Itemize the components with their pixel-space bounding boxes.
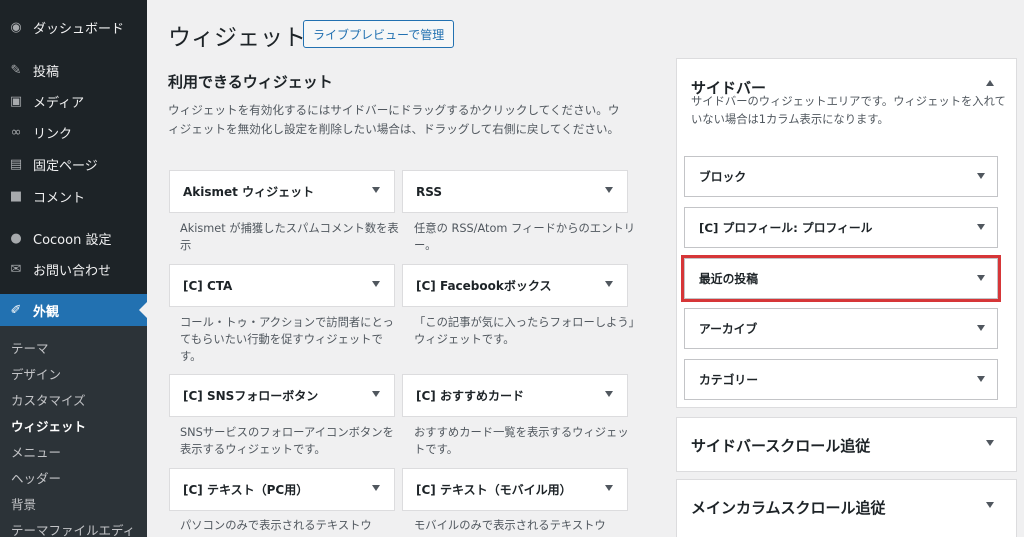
widget-desc: 「この記事が気に入ったらフォローしよう」ウィジェットです。 bbox=[414, 316, 635, 346]
caret-down-icon[interactable] bbox=[977, 376, 985, 382]
appearance-submenu: テーマ デザイン カスタマイズ ウィジェット メニュー ヘッダー 背景 テーマフ… bbox=[0, 326, 147, 537]
widget-cta[interactable]: [C] CTA bbox=[169, 264, 395, 307]
widget-title: [C] プロフィール: プロフィール bbox=[699, 221, 873, 235]
scroll-follow-area[interactable]: サイドバースクロール追従 bbox=[676, 417, 1017, 472]
caret-down-icon[interactable] bbox=[977, 325, 985, 331]
brush-icon: ✐ bbox=[10, 302, 22, 318]
menu-label: メディア bbox=[33, 95, 85, 111]
widget-text-pc[interactable]: [C] テキスト（PC用） bbox=[169, 468, 395, 511]
menu-item-links[interactable]: ∞ リンク bbox=[0, 116, 147, 148]
active-indicator bbox=[139, 302, 147, 318]
widget-desc: モバイルのみで表示されるテキストウ bbox=[414, 519, 606, 532]
caret-down-icon[interactable] bbox=[372, 485, 380, 491]
menu-item-cocoon[interactable]: ● Cocoon 設定 bbox=[0, 222, 147, 254]
widget-desc: SNSサービスのフォローアイコンボタンを表示するウィジェットです。 bbox=[180, 426, 394, 456]
widget-desc: 任意の RSS/Atom フィードからのエントリー。 bbox=[414, 222, 635, 252]
widget-desc: おすすめカード一覧を表示するウィジェットです。 bbox=[414, 426, 629, 456]
main-scroll-follow-area[interactable]: メインカラムスクロール追従 bbox=[676, 479, 1017, 537]
widget-title: アーカイブ bbox=[699, 322, 758, 336]
caret-down-icon[interactable] bbox=[986, 440, 994, 446]
scroll-follow-title[interactable]: サイドバースクロール追従 bbox=[691, 435, 870, 456]
widget-title: [C] SNSフォローボタン bbox=[183, 389, 319, 403]
caret-down-icon[interactable] bbox=[605, 187, 613, 193]
caret-down-icon[interactable] bbox=[372, 281, 380, 287]
caret-down-icon[interactable] bbox=[977, 275, 985, 281]
menu-label: 固定ページ bbox=[33, 158, 98, 174]
dashboard-icon: ◉ bbox=[10, 19, 22, 35]
widget-title: ブロック bbox=[699, 170, 747, 184]
link-icon: ∞ bbox=[10, 124, 22, 140]
widget-title: RSS bbox=[416, 184, 442, 199]
widget-text-mobile[interactable]: [C] テキスト（モバイル用） bbox=[402, 468, 628, 511]
menu-label: Cocoon 設定 bbox=[33, 232, 112, 248]
menu-label: 外観 bbox=[33, 304, 60, 320]
live-preview-button[interactable]: ライブプレビューで管理 bbox=[303, 20, 455, 48]
widget-akismet[interactable]: Akismet ウィジェット bbox=[169, 170, 395, 213]
widget-title: [C] CTA bbox=[183, 278, 233, 293]
submenu-design[interactable]: デザイン bbox=[11, 364, 61, 383]
media-icon: ▣ bbox=[9, 93, 23, 109]
widget-title: [C] テキスト（PC用） bbox=[183, 483, 309, 497]
sidebar-area: サイドバー サイドバーのウィジェットエリアです。ウィジェットを入れていない場合は… bbox=[676, 58, 1017, 408]
menu-item-media[interactable]: ▣ メディア bbox=[0, 85, 147, 117]
widget-desc: コール・トゥ・アクションで訪問者にとってもらいたい行動を促すウィジェットです。 bbox=[180, 316, 394, 363]
widget-title: [C] テキスト（モバイル用） bbox=[416, 483, 572, 497]
menu-label: 投稿 bbox=[33, 64, 60, 80]
submenu-menus[interactable]: メニュー bbox=[11, 442, 61, 461]
sidebar-widget-archive[interactable]: アーカイブ bbox=[684, 308, 998, 349]
widget-recommend-card[interactable]: [C] おすすめカード bbox=[402, 374, 628, 417]
page-icon: ▤ bbox=[9, 156, 23, 172]
menu-item-contact[interactable]: ✉ お問い合わせ bbox=[0, 253, 147, 285]
menu-item-pages[interactable]: ▤ 固定ページ bbox=[0, 148, 147, 180]
submenu-customize[interactable]: カスタマイズ bbox=[11, 390, 86, 409]
widget-title: Akismet ウィジェット bbox=[183, 185, 315, 199]
widget-title: [C] おすすめカード bbox=[416, 389, 524, 403]
available-widgets-title: 利用できるウィジェット bbox=[168, 73, 333, 91]
pin-icon: ✎ bbox=[10, 62, 22, 78]
sidebar-widget-category[interactable]: カテゴリー bbox=[684, 359, 998, 400]
caret-down-icon[interactable] bbox=[605, 391, 613, 397]
caret-down-icon[interactable] bbox=[372, 391, 380, 397]
widget-title: 最近の投稿 bbox=[699, 272, 758, 286]
menu-label: ダッシュボード bbox=[33, 21, 125, 37]
caret-down-icon[interactable] bbox=[977, 224, 985, 230]
caret-down-icon[interactable] bbox=[977, 173, 985, 179]
widget-facebook[interactable]: [C] Facebookボックス bbox=[402, 264, 628, 307]
submenu-background[interactable]: 背景 bbox=[11, 494, 36, 513]
caret-down-icon[interactable] bbox=[372, 187, 380, 193]
submenu-theme-editor[interactable]: テーマファイルエディ bbox=[11, 520, 135, 537]
sidebar-widget-recent-posts[interactable]: 最近の投稿 bbox=[681, 255, 1001, 302]
widget-title: [C] Facebookボックス bbox=[416, 279, 552, 293]
menu-item-appearance[interactable]: ✐ 外観 bbox=[0, 294, 147, 326]
menu-item-posts[interactable]: ✎ 投稿 bbox=[0, 54, 147, 86]
widget-sns-follow[interactable]: [C] SNSフォローボタン bbox=[169, 374, 395, 417]
widget-desc: Akismet が捕獲したスパムコメント数を表示 bbox=[180, 222, 399, 252]
comment-icon: ■ bbox=[9, 188, 23, 204]
widget-title: カテゴリー bbox=[699, 373, 758, 387]
mail-icon: ✉ bbox=[10, 261, 22, 277]
menu-label: コメント bbox=[33, 190, 86, 206]
menu-item-comments[interactable]: ■ コメント bbox=[0, 180, 147, 212]
main-scroll-follow-title[interactable]: メインカラムスクロール追従 bbox=[691, 497, 886, 518]
submenu-header[interactable]: ヘッダー bbox=[11, 468, 61, 487]
page-title: ウィジェット bbox=[168, 25, 306, 51]
caret-down-icon[interactable] bbox=[605, 281, 613, 287]
menu-label: お問い合わせ bbox=[33, 263, 112, 279]
submenu-widgets[interactable]: ウィジェット bbox=[11, 416, 86, 435]
submenu-themes[interactable]: テーマ bbox=[11, 338, 49, 357]
sidebar-widget-block[interactable]: ブロック bbox=[684, 156, 998, 197]
menu-item-dashboard[interactable]: ◉ ダッシュボード bbox=[0, 11, 147, 43]
caret-down-icon[interactable] bbox=[605, 485, 613, 491]
cocoon-icon: ● bbox=[10, 230, 22, 246]
widget-desc: パソコンのみで表示されるテキストウ bbox=[180, 519, 372, 532]
menu-label: リンク bbox=[33, 126, 73, 142]
sidebar-area-desc: サイドバーのウィジェットエリアです。ウィジェットを入れていない場合は1カラム表示… bbox=[691, 95, 1006, 126]
widget-rss[interactable]: RSS bbox=[402, 170, 628, 213]
sidebar-widget-profile[interactable]: [C] プロフィール: プロフィール bbox=[684, 207, 998, 248]
admin-menu: ◉ ダッシュボード ✎ 投稿 ▣ メディア ∞ リンク ▤ 固定ページ ■ コメ… bbox=[0, 0, 147, 537]
available-widgets-desc: ウィジェットを有効化するにはサイドバーにドラッグするかクリックしてください。ウィ… bbox=[168, 103, 620, 136]
caret-down-icon[interactable] bbox=[986, 502, 994, 508]
caret-up-icon[interactable] bbox=[986, 80, 994, 86]
